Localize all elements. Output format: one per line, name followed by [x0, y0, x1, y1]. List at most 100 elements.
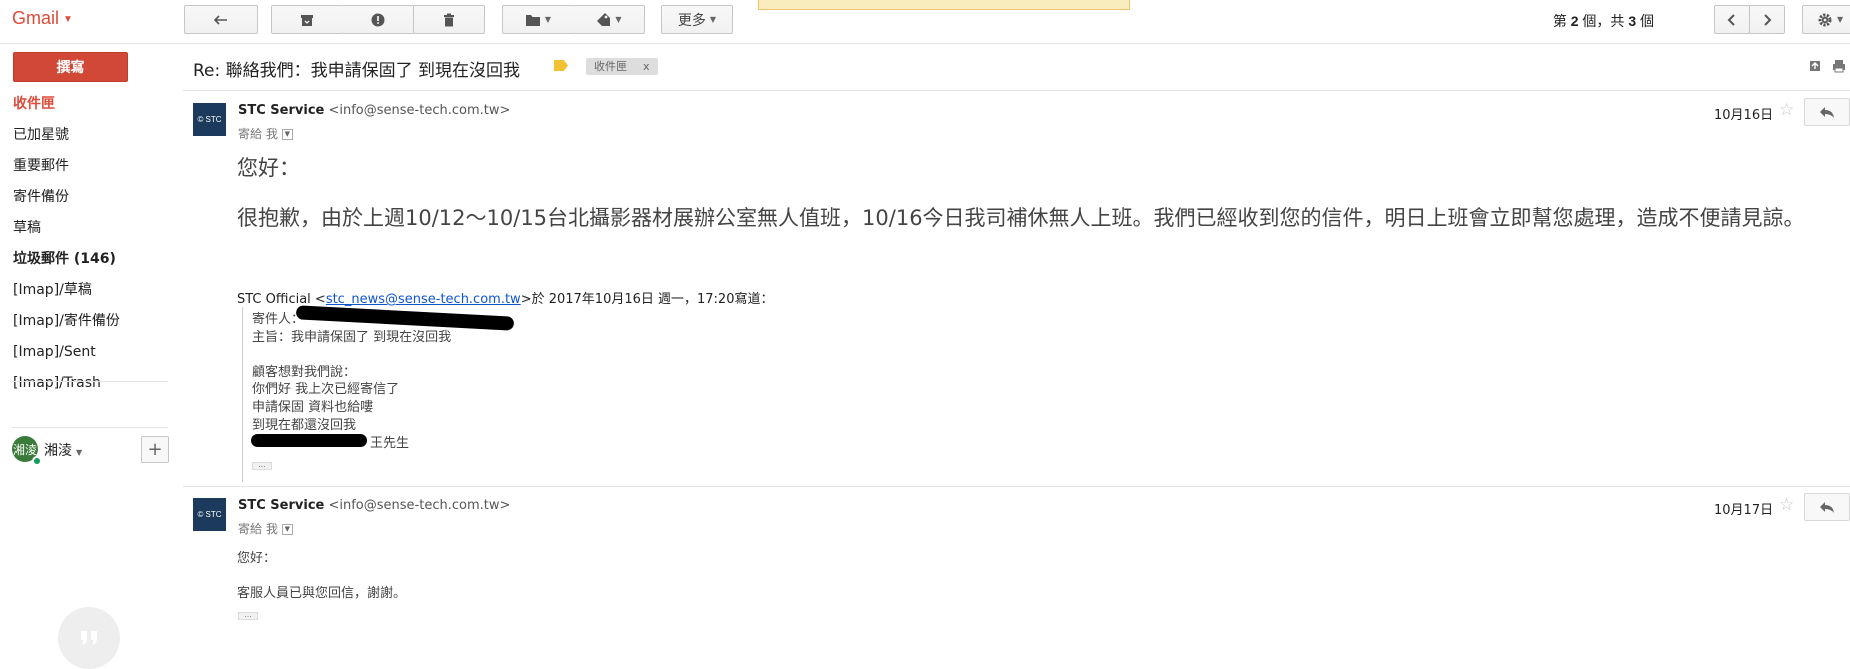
notification-bar [758, 0, 1130, 10]
chevron-down-icon: ▼ [63, 13, 73, 25]
archive-icon [301, 14, 313, 26]
archive-button[interactable] [271, 5, 343, 34]
nav-item-spam[interactable]: 垃圾郵件 (146) [13, 249, 116, 269]
chevron-left-icon [1727, 13, 1735, 26]
redaction-mark [251, 434, 367, 447]
quote-header: STC Official <stc_news@sense-tech.com.tw… [237, 292, 774, 307]
nav-divider [12, 381, 168, 382]
reply-icon [1820, 502, 1834, 513]
star-icon[interactable]: ☆ [1779, 100, 1794, 120]
quote-bar [242, 307, 243, 482]
message-body: 很抱歉，由於上週10/12～10/15台北攝影器材展辦公室無人值班，10/16今… [237, 206, 1805, 230]
sender-name: STC Service [238, 103, 325, 118]
reply-button[interactable] [1804, 98, 1850, 126]
hangouts-user[interactable]: 湘淩 ▼ [44, 440, 82, 460]
print-icon[interactable] [1832, 59, 1846, 73]
folder-icon [525, 14, 540, 26]
show-details-icon[interactable]: ▼ [281, 524, 293, 535]
recipients-text: 寄給 我 [238, 522, 278, 536]
importance-marker-icon[interactable] [554, 60, 568, 71]
move-to-button[interactable]: ▼ [502, 5, 574, 34]
label-icon [597, 12, 611, 26]
message-date: 10月16日 [1714, 108, 1774, 123]
compose-button[interactable]: 撰寫 [13, 52, 128, 82]
message-divider [183, 486, 1850, 487]
sender-logo: © STC [193, 498, 226, 531]
quote-line: 你們好 我上次已經寄信了 [252, 382, 400, 397]
quote-line: 主旨：我申請保固了 到現在沒回我 [252, 330, 452, 345]
label-chip-text: 收件匣 [594, 60, 627, 73]
report-spam-button[interactable] [342, 5, 414, 34]
chevron-right-icon [1764, 13, 1772, 26]
recipients-text: 寄給 我 [238, 127, 278, 141]
recipients-line: 寄給 我 ▼ [238, 520, 293, 537]
nav-overflow-clip: [Imap]/Trash [0, 376, 172, 424]
settings-button[interactable]: ▼ [1802, 5, 1850, 34]
sender-email: <info@sense-tech.com.tw> [328, 498, 511, 513]
top-toolbar: Gmail ▼ ▼ ▼ 更多 ▼ 第 2 個，共 3 個 ▼ [0, 0, 1850, 44]
more-button[interactable]: 更多 ▼ [661, 5, 733, 34]
delete-button[interactable] [413, 5, 485, 34]
nav-item-imap-sent[interactable]: [Imap]/Sent [13, 342, 96, 362]
expand-all-icon[interactable] [1808, 59, 1822, 73]
pager-current: 2 [1570, 13, 1579, 29]
chevron-down-icon: ▼ [615, 15, 622, 24]
nav-item-imap-trash[interactable]: [Imap]/Trash [13, 376, 101, 393]
new-hangout-button[interactable]: + [141, 436, 169, 463]
online-status-dot [32, 456, 42, 466]
reply-icon [1820, 107, 1834, 118]
message-date: 10月17日 [1714, 503, 1774, 518]
sender-email: <info@sense-tech.com.tw> [328, 103, 511, 118]
chevron-down-icon: ▼ [544, 15, 552, 24]
spam-icon [371, 13, 385, 26]
label-chip-inbox: 收件匣 x [586, 58, 658, 75]
plus-icon: + [147, 439, 163, 460]
sender-name: STC Service [238, 498, 325, 513]
remove-label-button[interactable]: x [643, 58, 650, 75]
arrow-back-icon [213, 14, 227, 25]
message-greeting: 您好： [237, 551, 277, 566]
newer-button[interactable] [1714, 5, 1750, 34]
pager-total: 3 [1628, 13, 1637, 29]
message-sender[interactable]: STC Service <info@sense-tech.com.tw> [238, 498, 510, 513]
nav-item-important[interactable]: 重要郵件 [13, 156, 69, 176]
quote-line: 到現在都還沒回我 [252, 418, 357, 433]
user-name: 湘淩 [44, 443, 72, 459]
labels-button[interactable]: ▼ [573, 5, 645, 34]
show-trimmed-content-button[interactable]: ... [238, 611, 258, 620]
show-details-icon[interactable]: ▼ [281, 129, 293, 140]
nav-item-imap-drafts[interactable]: [Imap]/草稿 [13, 280, 92, 300]
sender-logo: © STC [193, 103, 226, 136]
recipients-line: 寄給 我 ▼ [238, 125, 293, 142]
quote-line: 申請保固 資料也給嘍 [252, 400, 374, 415]
reply-button[interactable] [1804, 493, 1850, 521]
chevron-down-icon: ▼ [1837, 15, 1844, 24]
gmail-logo: Gmail [12, 8, 60, 28]
pager-text: 第 2 個，共 3 個 [1552, 13, 1654, 29]
message-body: 客服人員已與您回信，謝謝。 [237, 586, 407, 601]
trash-icon [444, 13, 454, 26]
nav-item-inbox[interactable]: 收件匣 [13, 94, 55, 114]
nav-item-imap-sent-backup[interactable]: [Imap]/寄件備份 [13, 311, 120, 331]
nav-item-sent[interactable]: 寄件備份 [13, 187, 69, 207]
message-sender[interactable]: STC Service <info@sense-tech.com.tw> [238, 103, 510, 118]
nav-item-starred[interactable]: 已加星號 [13, 125, 69, 145]
older-button[interactable] [1749, 5, 1785, 34]
nav-item-drafts[interactable]: 草稿 [13, 218, 41, 238]
star-icon[interactable]: ☆ [1779, 495, 1794, 515]
chevron-down-icon: ▼ [709, 15, 717, 24]
message-greeting: 您好： [237, 156, 300, 180]
gmail-menu[interactable]: Gmail ▼ [12, 8, 73, 29]
show-trimmed-content-button[interactable]: ... [252, 461, 272, 470]
hangouts-icon[interactable] [58, 607, 120, 669]
subject-divider [183, 90, 1850, 91]
thread-subject: Re: 聯絡我們：我申請保固了 到現在沒回我 [193, 61, 521, 81]
chevron-down-icon: ▼ [76, 448, 83, 457]
gear-icon [1818, 13, 1832, 26]
back-to-inbox-button[interactable] [184, 5, 258, 34]
quote-email-link[interactable]: stc_news@sense-tech.com.tw [326, 292, 521, 307]
quote-line: 王先生 [370, 436, 410, 451]
left-navigation: 撰寫 收件匣 已加星號 重要郵件 寄件備份 草稿 垃圾郵件 (146) [Ima… [0, 44, 172, 669]
nav-divider [12, 427, 168, 428]
more-label: 更多 [677, 12, 706, 29]
